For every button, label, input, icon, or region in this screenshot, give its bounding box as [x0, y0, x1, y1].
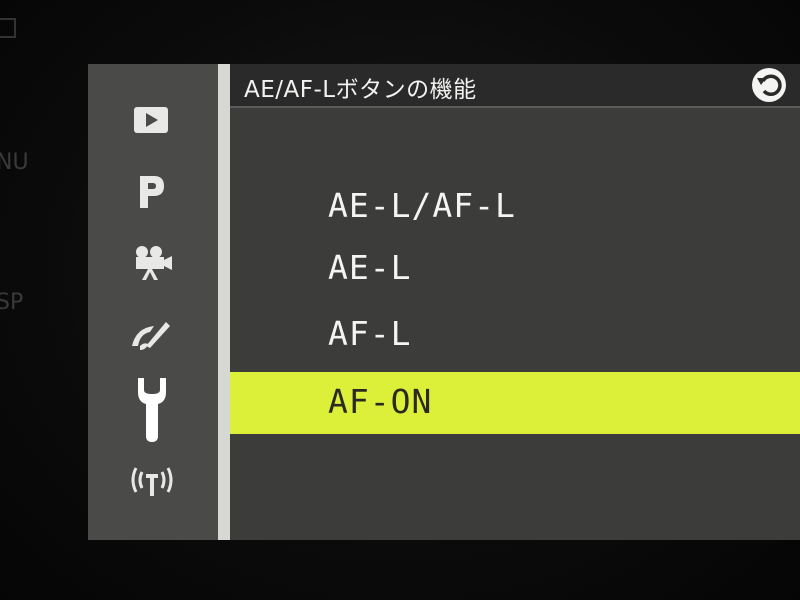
custom-setting-brush-icon[interactable] — [128, 312, 176, 356]
bezel-disp-label: SP — [0, 290, 24, 315]
back-arrow-icon — [757, 74, 782, 96]
option-label: AF-ON — [328, 382, 433, 421]
wireless-icon[interactable] — [128, 458, 176, 502]
option-ae-l-af-l[interactable]: AE-L/AF-L — [230, 178, 800, 234]
page-title: AE/AF-Lボタンの機能 — [244, 77, 477, 103]
title-bar: AE/AF-Lボタンの機能 — [230, 64, 800, 108]
option-ae-l[interactable]: AE-L — [230, 240, 800, 296]
option-label: AE-L/AF-L — [328, 186, 516, 225]
option-af-on[interactable]: AF-ON — [230, 372, 800, 434]
camera-screen: AE/AF-Lボタンの機能 AE-L/AF-L AE-L AF-L AF-ON — [88, 64, 800, 540]
option-af-l[interactable]: AF-L — [230, 306, 800, 362]
bezel-menu-label: NU — [0, 150, 29, 175]
playback-icon[interactable] — [128, 98, 176, 142]
sidebar-divider — [218, 64, 230, 540]
shooting-mode-p-icon[interactable] — [128, 170, 176, 214]
movie-camera-icon[interactable] — [128, 240, 176, 284]
option-label: AE-L — [328, 248, 412, 287]
option-label: AF-L — [328, 314, 412, 353]
back-button[interactable] — [752, 68, 786, 102]
menu-content: AE/AF-Lボタンの機能 AE-L/AF-L AE-L AF-L AF-ON — [230, 64, 800, 540]
bezel-playback-icon — [0, 18, 16, 38]
menu-sidebar — [88, 64, 218, 540]
wrench-setup-icon[interactable] — [128, 372, 176, 444]
